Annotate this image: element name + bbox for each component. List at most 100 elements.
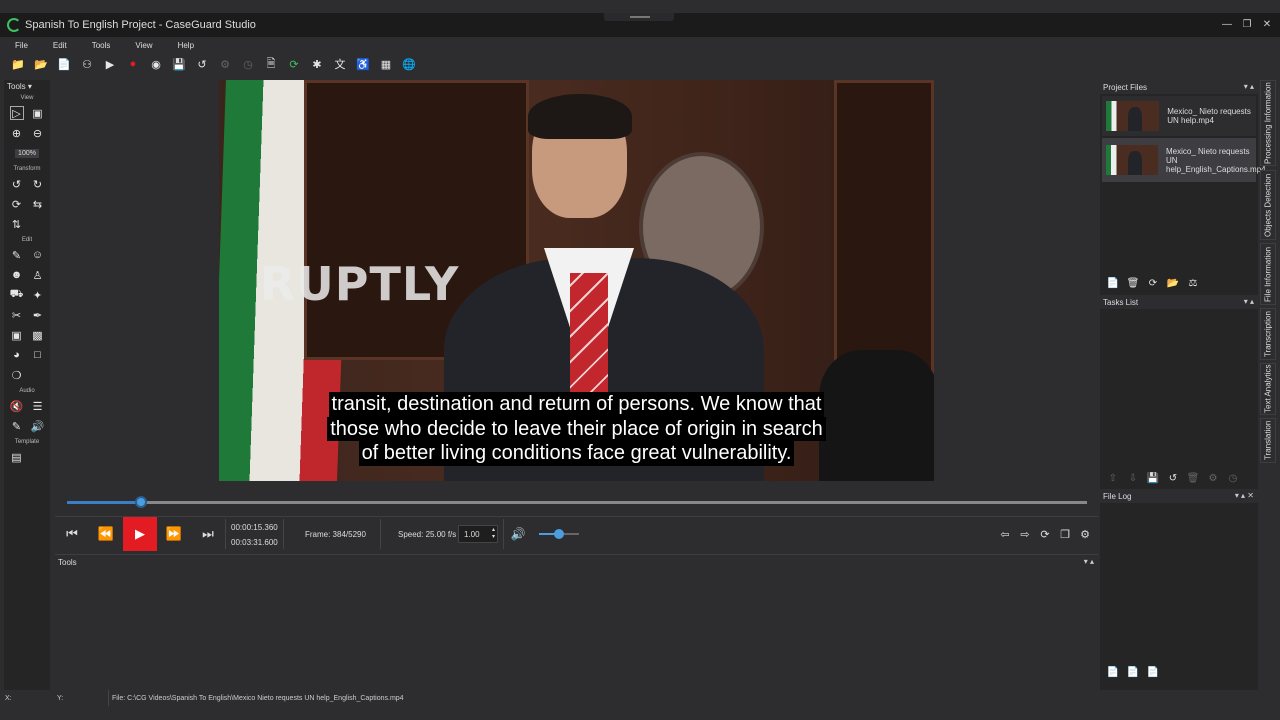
play-button[interactable]: ▶ (123, 517, 157, 551)
rotate-right-icon[interactable]: ↻ (31, 177, 45, 191)
zoom-in-icon[interactable]: ⊕ (10, 126, 24, 140)
settings-icon[interactable]: ⚙ (1075, 517, 1095, 551)
restore-icon[interactable]: ❐ (1240, 19, 1254, 31)
export-excel-icon[interactable]: 📄 (1146, 665, 1160, 679)
snapshot-icon[interactable]: ▣ (31, 106, 45, 120)
new-project-icon[interactable]: 📁 (11, 57, 25, 71)
zoom-out-icon[interactable]: ⊖ (31, 126, 45, 140)
section-template: Template (14, 439, 40, 445)
volume-icon[interactable]: 🔊 (31, 419, 45, 433)
frame-icon[interactable]: □ (31, 348, 45, 362)
delete-icon[interactable]: 🗑 (1126, 276, 1140, 290)
globe-icon[interactable]: 🌐 (402, 57, 416, 71)
timeline-track[interactable] (67, 496, 1087, 508)
flip-icon[interactable]: ⟳ (10, 197, 24, 211)
fast-forward-icon[interactable]: ⏩ (157, 517, 191, 551)
open-folder-icon[interactable]: 📂 (34, 57, 48, 71)
car-icon[interactable]: ⛟ (10, 288, 24, 302)
webcam-icon[interactable]: ◉ (149, 57, 163, 71)
window-grip-handle[interactable] (604, 13, 674, 21)
swap-horizontal-icon[interactable]: ⇆ (31, 197, 45, 211)
save-icon[interactable]: 💾 (172, 57, 186, 71)
tools-header[interactable]: Tools ▾ (4, 80, 50, 92)
badge-icon[interactable]: ❍ (10, 368, 24, 382)
left-tools-panel: Tools ▾ View ▷ ▣ ⊕ ⊖ 100% Transform ↺ ↻ ⟳ ⇆ … (4, 80, 50, 690)
document-icon[interactable]: 🗎 (264, 57, 278, 71)
speedometer-icon[interactable]: ◕ (10, 348, 24, 362)
people-icon[interactable]: ⚇ (80, 57, 94, 71)
speed-input[interactable]: 1.00 ▴ ▾ (458, 525, 498, 543)
menu-edit[interactable]: Edit (38, 41, 77, 50)
pin-icon[interactable]: ▾ ▴ ✕ (1235, 491, 1254, 500)
equalizer-icon[interactable]: ☰ (31, 399, 45, 413)
spinner-icon[interactable]: ▴ ▾ (492, 527, 495, 541)
balance-icon[interactable]: ⚖ (1186, 276, 1200, 290)
loop-icon[interactable]: ⟳ (1035, 517, 1055, 551)
rewind-icon[interactable]: ⏪ (89, 517, 123, 551)
mute-icon[interactable]: 🔇 (10, 399, 24, 413)
menu-view[interactable]: View (120, 41, 162, 50)
add-file-icon[interactable]: 📄 (57, 57, 71, 71)
minimize-icon[interactable]: — (1220, 19, 1234, 31)
translate-icon[interactable]: 文 (333, 57, 347, 71)
video-frame[interactable]: RUPTLY transit, destination and return o… (219, 80, 934, 481)
close-icon[interactable]: ✕ (1260, 19, 1274, 31)
next-frame-icon[interactable]: ⇨ (1015, 517, 1035, 551)
person-walk-icon[interactable]: ♙ (31, 268, 45, 282)
app-window: Spanish To English Project - CaseGuard S… (0, 0, 1280, 720)
timeline-knob[interactable] (135, 496, 148, 508)
pin-icon[interactable]: ▾ ▴ (1244, 82, 1254, 91)
tools-icon[interactable]: ✱ (310, 57, 324, 71)
save-icon[interactable]: 💾 (1146, 471, 1160, 485)
volume-slider[interactable] (539, 529, 579, 539)
new-file-icon[interactable]: 📄 (1106, 276, 1120, 290)
history-icon[interactable]: ↺ (1166, 471, 1180, 485)
refresh-icon[interactable]: ⟳ (287, 57, 301, 71)
project-files-title: Project Files (1103, 82, 1148, 92)
tab-text-analytics[interactable]: Text Analytics (1260, 363, 1276, 415)
volume-icon[interactable]: 🔊 (503, 517, 533, 551)
user-edit-icon[interactable]: ☺ (31, 248, 45, 262)
prev-frame-icon[interactable]: ⇦ (995, 517, 1015, 551)
tab-transcription[interactable]: Transcription (1260, 308, 1276, 360)
crop-icon[interactable]: ▣ (10, 328, 24, 342)
pin-icon[interactable]: ▾ ▴ (1084, 557, 1094, 566)
export-icon[interactable]: 📄 (1106, 665, 1120, 679)
file-item-selected[interactable]: Mexico_ Nieto requests UN help_English_C… (1102, 138, 1266, 182)
face-icon[interactable]: ☻ (10, 268, 24, 282)
rotate-left-icon[interactable]: ↺ (10, 177, 24, 191)
skip-start-icon[interactable]: ⏮ (55, 517, 89, 551)
tab-processing-information[interactable]: Processing Information (1260, 80, 1276, 166)
tab-objects-detection[interactable]: Objects Detection (1260, 170, 1276, 240)
refresh-icon[interactable]: ⟳ (1146, 276, 1160, 290)
divider (225, 519, 226, 549)
window-icon[interactable]: ❐ (1055, 517, 1075, 551)
menu-help[interactable]: Help (163, 41, 204, 50)
export-pdf-icon[interactable]: 📄 (1126, 665, 1140, 679)
camera-icon[interactable]: ▩ (31, 328, 45, 342)
volume-knob[interactable] (554, 529, 564, 539)
pin-icon[interactable]: ▾ ▴ (1244, 297, 1254, 306)
scissors-icon[interactable]: ✂ (10, 308, 24, 322)
record-icon[interactable]: ● (126, 57, 140, 71)
magic-wand-icon[interactable]: ✦ (31, 288, 45, 302)
tab-file-information[interactable]: File Information (1260, 243, 1276, 305)
accessibility-icon[interactable]: ♿ (356, 57, 370, 71)
template-icon[interactable]: ▤ (10, 450, 24, 464)
pencil-icon[interactable]: ✎ (10, 248, 24, 262)
swap-vertical-icon[interactable]: ⇅ (10, 217, 24, 231)
skip-end-icon[interactable]: ⏭ (191, 517, 225, 551)
open-folder-icon[interactable]: 📂 (1166, 276, 1180, 290)
zoom-level-select[interactable]: 100% (15, 148, 39, 158)
calendar-icon[interactable]: ▦ (379, 57, 393, 71)
youtube-icon[interactable]: ▶ (103, 57, 117, 71)
pointer-icon[interactable]: ▷ (9, 106, 24, 120)
menu-tools[interactable]: Tools (77, 41, 121, 50)
audio-edit-icon[interactable]: ✎ (10, 419, 24, 433)
menu-bar: File Edit Tools View Help (0, 37, 1280, 53)
tab-translation[interactable]: Translation (1260, 418, 1276, 463)
history-icon[interactable]: ↺ (195, 57, 209, 71)
menu-file[interactable]: File (0, 41, 38, 50)
file-item[interactable]: Mexico_ Nieto requests UN help.mp4 (1102, 96, 1256, 136)
eyedropper-icon[interactable]: ✒ (31, 308, 45, 322)
